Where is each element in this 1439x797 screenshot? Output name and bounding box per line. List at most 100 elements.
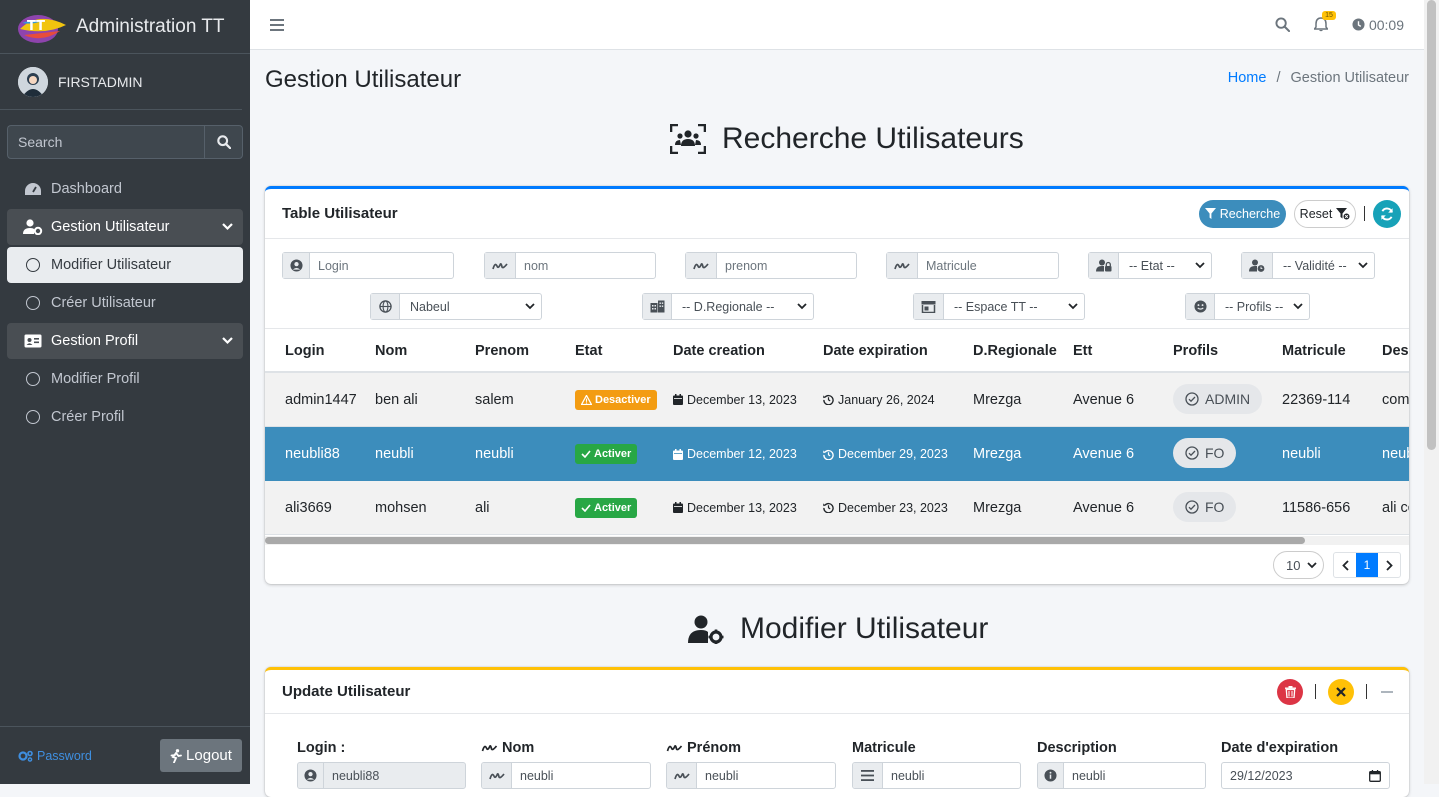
clock-icon: [1352, 18, 1365, 31]
history-icon: [823, 394, 834, 405]
matricule-filter-placeholder: Matricule: [926, 258, 977, 273]
page-scrollbar-thumb[interactable]: [1427, 0, 1436, 450]
refresh-button[interactable]: [1373, 199, 1401, 228]
chevron-down-icon: [1068, 303, 1078, 310]
col-nom[interactable]: Nom: [375, 343, 407, 359]
page-button-current[interactable]: 1: [1356, 553, 1378, 577]
check-circle-icon: [1185, 392, 1199, 406]
col-etat[interactable]: Etat: [575, 343, 602, 359]
nom-field[interactable]: neubli: [481, 762, 651, 789]
espace-filter[interactable]: -- Espace TT --: [913, 293, 1085, 320]
session-timer: 00:09: [1352, 17, 1404, 33]
calendar-icon[interactable]: [1361, 763, 1389, 788]
close-icon: [1336, 686, 1346, 697]
sidebar-item-gestion-utilisateur[interactable]: Gestion Utilisateur: [7, 209, 243, 245]
profils-filter[interactable]: -- Profils --: [1185, 293, 1310, 320]
user-table-card-header: Table Utilisateur Recherche Reset: [265, 189, 1409, 239]
filter-bar: Login nom prenom Matricule -- Etat -- --…: [265, 239, 1409, 329]
signature-icon: [482, 763, 512, 788]
sidebar-search-input[interactable]: Search: [7, 125, 204, 159]
col-prenom[interactable]: Prenom: [475, 343, 529, 359]
prev-page-button[interactable]: [1334, 553, 1356, 577]
brand-logo: TT: [16, 9, 68, 45]
dregionale-filter[interactable]: -- D.Regionale --: [642, 293, 814, 320]
sidebar: TT Administration TT FIRSTADMIN Search D…: [0, 0, 250, 784]
status-badge: Activer: [575, 497, 638, 518]
building-icon: [643, 294, 672, 319]
login-field[interactable]: neubli88: [297, 762, 466, 789]
table-row-selected[interactable]: neubli88 neubli neubli Activer December …: [265, 427, 1409, 481]
password-link[interactable]: Password: [18, 749, 92, 763]
matricule-filter[interactable]: Matricule: [886, 252, 1059, 279]
region-filter[interactable]: Nabeul: [370, 293, 542, 320]
cell-etat: Activer: [575, 497, 638, 518]
breadcrumb-home[interactable]: Home: [1228, 70, 1267, 86]
page-size-select[interactable]: 10: [1273, 551, 1324, 579]
col-login[interactable]: Login: [285, 343, 324, 359]
collapse-button[interactable]: [1379, 684, 1395, 700]
table-row[interactable]: admin1447 ben ali salem Desactiver Decem…: [265, 373, 1409, 427]
col-ett[interactable]: Ett: [1073, 343, 1092, 359]
sidebar-item-modifier-utilisateur[interactable]: Modifier Utilisateur: [7, 247, 243, 283]
sidebar-item-creer-profil[interactable]: Créer Profil: [7, 399, 243, 435]
reset-button[interactable]: Reset: [1294, 199, 1356, 228]
sidebar-item-creer-utilisateur[interactable]: Créer Utilisateur: [7, 285, 243, 321]
sidebar-item-label: Modifier Utilisateur: [51, 257, 172, 273]
sidebar-item-modifier-profil[interactable]: Modifier Profil: [7, 361, 243, 397]
list-icon: [853, 763, 883, 788]
circle-icon: [23, 410, 43, 424]
notifications-button[interactable]: 15: [1313, 11, 1336, 32]
col-desc[interactable]: Desc: [1382, 343, 1409, 359]
validite-filter[interactable]: -- Validité --: [1241, 252, 1375, 279]
calendar-icon: [673, 502, 683, 513]
sidebar-footer: Password Logout: [0, 726, 250, 784]
col-matricule[interactable]: Matricule: [1282, 343, 1346, 359]
profile-label: FO: [1205, 499, 1225, 515]
cell-nom: mohsen: [375, 499, 427, 516]
chevron-down-icon: [525, 303, 535, 310]
table-row[interactable]: ali3669 mohsen ali Activer December 13, …: [265, 481, 1409, 535]
table-horizontal-scrollbar[interactable]: [265, 536, 1409, 545]
col-date-expiration[interactable]: Date expiration: [823, 343, 928, 359]
cell-date-expiration: December 29, 2023: [823, 447, 948, 461]
delete-user-button[interactable]: [1277, 678, 1303, 705]
profils-filter-select: -- Profils --: [1215, 294, 1309, 319]
col-dregionale[interactable]: D.Regionale: [973, 343, 1057, 359]
check-circle-icon: [1185, 500, 1199, 514]
table-scrollbar-thumb[interactable]: [265, 537, 1305, 544]
prenom-field[interactable]: neubli: [666, 762, 836, 789]
id-card-icon: [23, 334, 43, 348]
logout-button[interactable]: Logout: [160, 739, 242, 772]
signature-icon: [667, 763, 697, 788]
date-expiration-field[interactable]: 29/12/2023: [1221, 762, 1390, 789]
matricule-field[interactable]: neubli: [852, 762, 1021, 789]
login-filter[interactable]: Login: [282, 252, 454, 279]
col-date-creation[interactable]: Date creation: [673, 343, 765, 359]
next-page-button[interactable]: [1378, 553, 1400, 577]
menu-toggle-icon[interactable]: [270, 18, 284, 31]
user-panel[interactable]: FIRSTADMIN: [0, 54, 242, 110]
recherche-button[interactable]: Recherche: [1199, 199, 1286, 228]
smile-icon: [1186, 294, 1215, 319]
description-field[interactable]: neubli: [1037, 762, 1206, 789]
tachometer-icon: [23, 182, 43, 196]
cell-ett: Avenue 6: [1073, 446, 1135, 462]
globe-icon: [371, 294, 400, 319]
page-scrollbar[interactable]: [1424, 0, 1439, 784]
date-value: January 26, 2024: [838, 392, 935, 407]
sidebar-item-gestion-profil[interactable]: Gestion Profil: [7, 323, 243, 359]
prenom-filter[interactable]: prenom: [685, 252, 857, 279]
description-field-value: neubli: [1072, 768, 1106, 783]
col-profils[interactable]: Profils: [1173, 343, 1218, 359]
sidebar-search-button[interactable]: [204, 125, 243, 159]
cancel-update-button[interactable]: [1328, 678, 1354, 705]
brand[interactable]: TT Administration TT: [0, 0, 250, 54]
cell-date-creation: December 12, 2023: [673, 447, 797, 461]
cell-date-creation: December 13, 2023: [673, 393, 797, 407]
sidebar-item-dashboard[interactable]: Dashboard: [7, 171, 243, 207]
etat-filter[interactable]: -- Etat --: [1088, 252, 1212, 279]
cell-matricule: 22369-114: [1282, 391, 1351, 408]
nom-filter[interactable]: nom: [484, 252, 656, 279]
search-icon[interactable]: [1275, 17, 1290, 32]
date-expiration-value: 29/12/2023: [1230, 768, 1293, 783]
